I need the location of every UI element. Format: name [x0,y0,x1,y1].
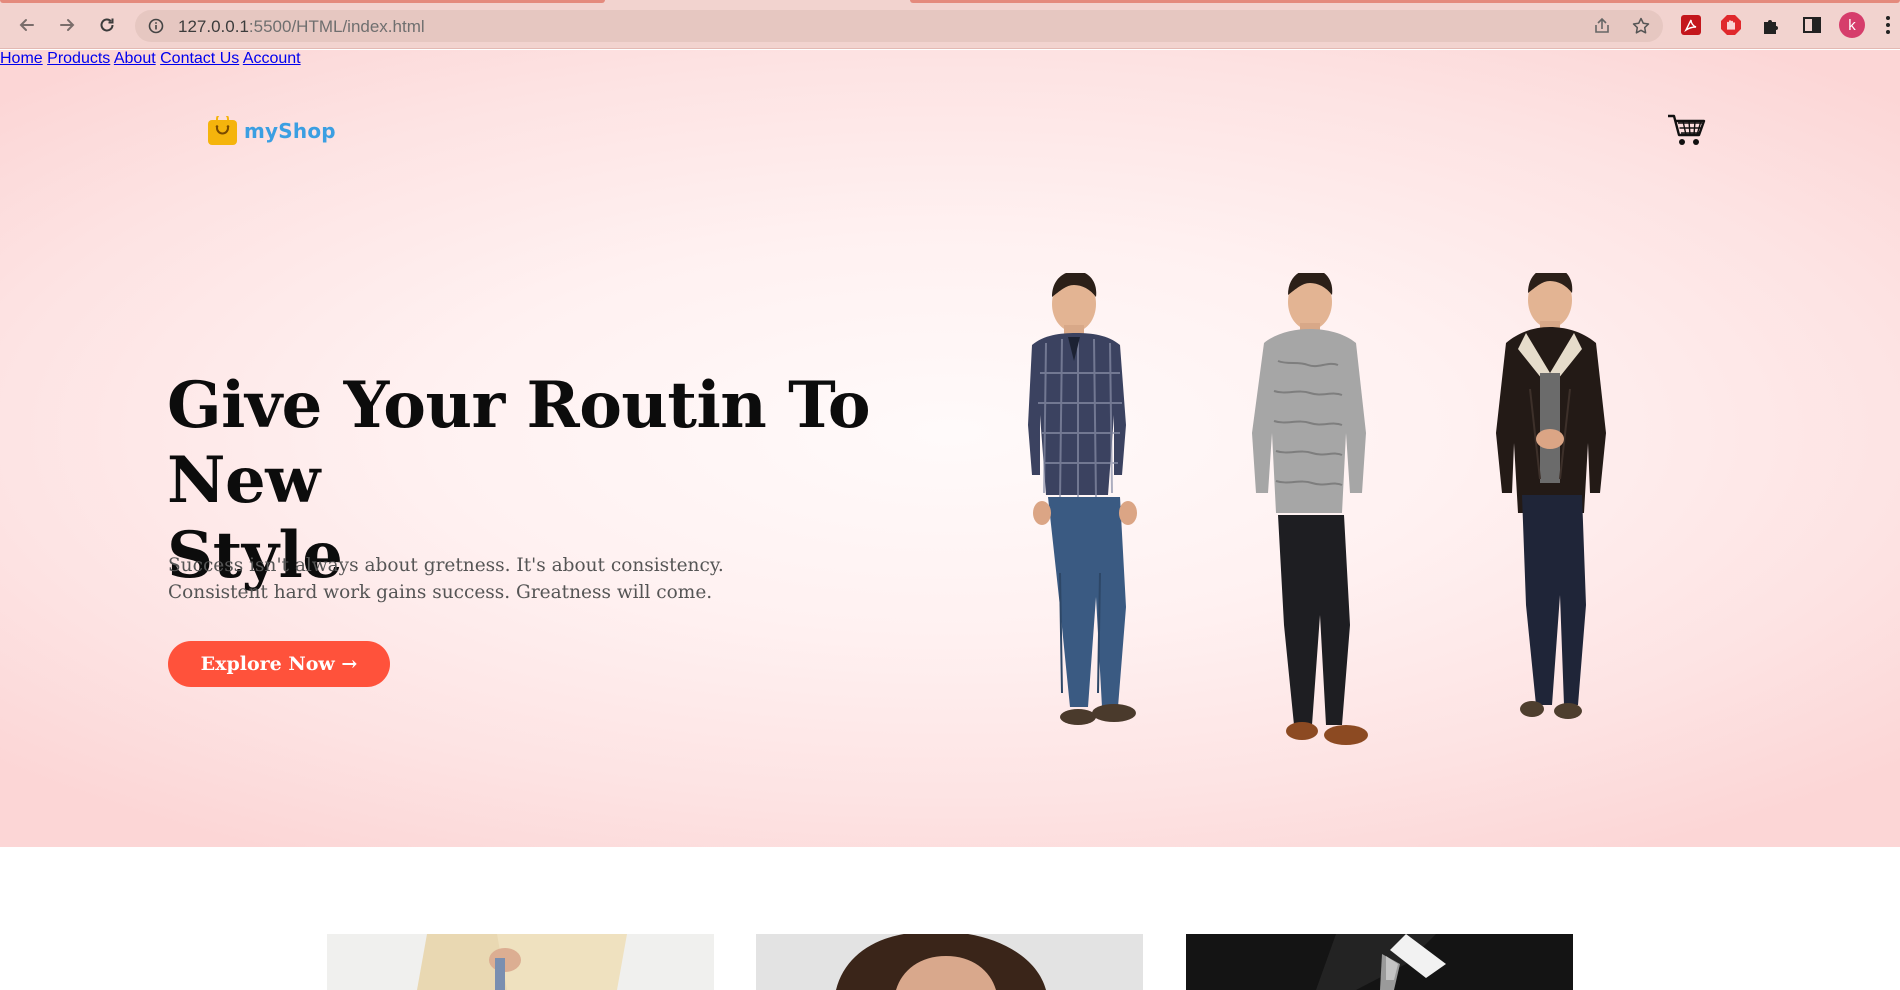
nav-products[interactable]: Products [47,50,110,67]
category-image [1186,934,1573,990]
profile-avatar[interactable]: k [1839,12,1865,38]
side-panel-icon[interactable] [1801,14,1823,36]
nav-account[interactable]: Account [243,50,301,67]
hero-section: myShop Home Products About Contact Us Ac… [0,50,1900,847]
model-leather-jacket [1496,273,1606,719]
cart-icon[interactable] [1667,112,1707,148]
info-icon[interactable] [148,18,164,34]
category-image [327,934,714,990]
arrow-right-icon [60,19,75,31]
main-nav: Home Products About Contact Us Account [0,50,1900,68]
nav-about[interactable]: About [114,50,156,67]
hero-title-line1: Give Your Routin To New [167,368,871,518]
model-plaid-shirt [1028,273,1137,725]
hero-subtitle-line2: Consistent hard work gains success. Grea… [168,582,713,603]
reload-button[interactable] [93,11,121,39]
forward-button[interactable] [53,11,81,39]
more-menu-icon[interactable] [1885,14,1891,36]
reload-icon [100,18,114,32]
nav-contact-us[interactable]: Contact Us [160,50,239,67]
bookmark-star-icon[interactable] [1631,16,1651,36]
hero-subtitle: Success isn't always about gretness. It'… [168,552,788,606]
arrow-left-icon [19,19,34,31]
category-image [756,934,1143,990]
share-icon[interactable] [1592,16,1612,36]
category-card[interactable] [1186,934,1573,990]
url-text[interactable]: 127.0.0.1:5500/HTML/index.html [178,17,425,37]
tab-indicator [0,0,605,3]
hero-models-image [1028,273,1606,745]
nav-home[interactable]: Home [0,50,43,67]
logo-text: myShop [244,119,336,143]
hero-subtitle-line1: Success isn't always about gretness. It'… [168,555,724,576]
model-grey-sweater [1252,273,1368,745]
site-logo[interactable]: myShop [207,113,339,149]
address-bar[interactable]: 127.0.0.1:5500/HTML/index.html [135,10,1663,42]
browser-toolbar: 127.0.0.1:5500/HTML/index.html k [0,0,1900,49]
adblock-extension-icon[interactable] [1720,14,1742,36]
back-button[interactable] [13,11,41,39]
tab-indicator [910,0,1900,3]
puzzle-extensions-icon[interactable] [1761,14,1783,36]
pdf-extension-icon[interactable] [1680,14,1702,36]
category-card[interactable] [327,934,714,990]
shopping-bag-logo-icon [208,116,237,145]
explore-now-button[interactable]: Explore Now → [168,641,390,687]
category-card[interactable] [756,934,1143,990]
